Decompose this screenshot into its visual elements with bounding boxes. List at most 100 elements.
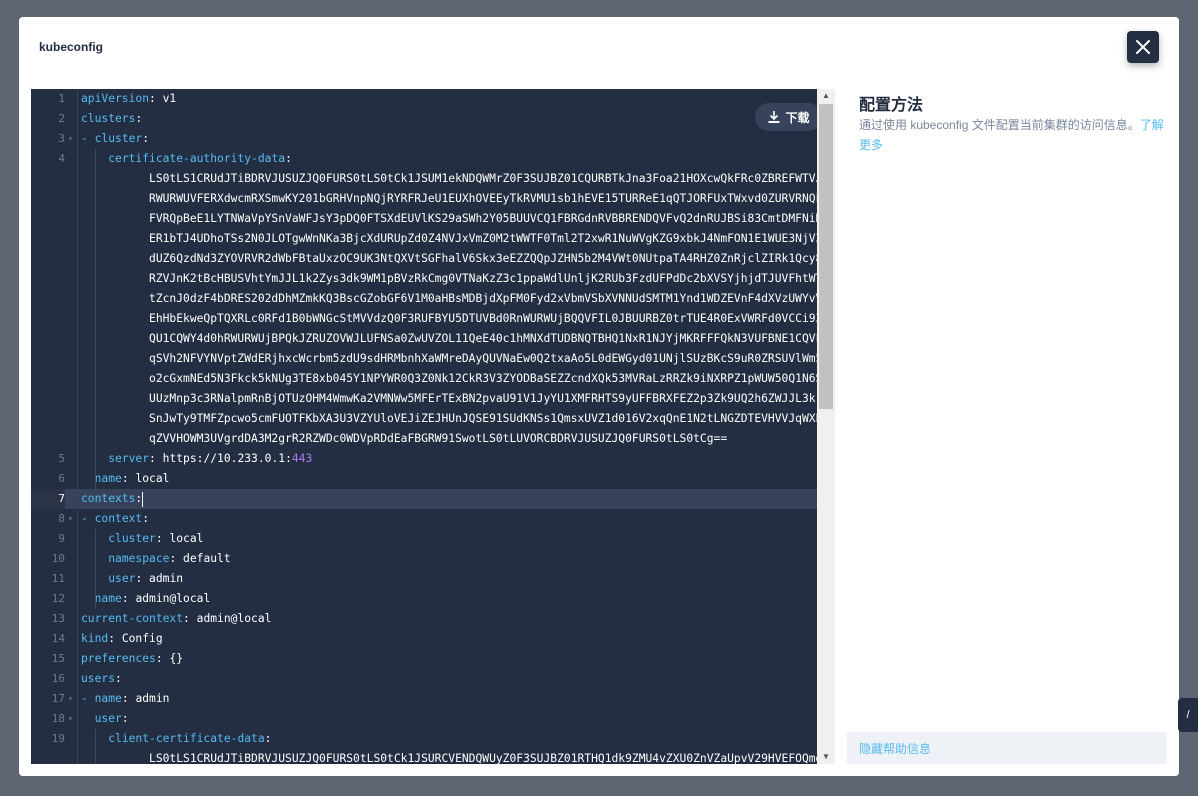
code-line-wrapped[interactable]: LS0tLS1CRUdJTiBDRVJUSUZJQ0FURS0tLS0tCk1J… <box>31 749 835 764</box>
line-number: 19 <box>51 732 65 745</box>
code-text: client-certificate-data: <box>81 729 271 749</box>
scrollbar-thumb[interactable] <box>819 104 833 409</box>
code-line[interactable]: 9 cluster: local <box>31 529 817 549</box>
line-number: 13 <box>51 612 65 625</box>
code-line-wrapped[interactable]: UUzMnp3c3RNalpmRnBjOTUzOHM4WmwKa2VMNWw5M… <box>31 389 835 409</box>
help-description: 通过使用 kubeconfig 文件配置当前集群的访问信息。了解更多 <box>859 115 1164 155</box>
code-line-wrapped[interactable]: QU1CQWY4d0hRWURWUjBPQkJZRUZOVWJLUFNSa0Zw… <box>31 329 835 349</box>
line-number: 5 <box>58 452 65 465</box>
certificate-data-text: LS0tLS1CRUdJTiBDRVJUSUZJQ0FURS0tLS0tCk1J… <box>81 172 835 185</box>
list-dash: - <box>81 512 95 525</box>
certificate-data-text: FVRQpBeE1LYTNWaVpYSnVaWFJsY3pDQ0FTSXdEUV… <box>81 212 835 225</box>
code-text: RWURWUVFERXdwcmRXSmwKY201bGRHVnpNQjRYRFR… <box>81 189 835 209</box>
code-line-wrapped[interactable]: LS0tLS1CRUdJTiBDRVJUSUZJQ0FURS0tLS0tCk1J… <box>31 169 835 189</box>
code-line-wrapped[interactable]: RWURWUVFERXdwcmRXSmwKY201bGRHVnpNQjRYRFR… <box>31 189 835 209</box>
line-number: 10 <box>51 552 65 565</box>
certificate-data-text: tZcnJ0dzF4bDRES202dDhMZmkKQ3BscGZobGF6V1… <box>81 292 835 305</box>
code-line[interactable]: 4 certificate-authority-data: <box>31 149 817 169</box>
code-line[interactable]: 3 ▾ - cluster: <box>31 129 817 149</box>
code-line-wrapped[interactable]: EhHbEkweQpTQXRLc0RFd1B0bWNGcStMVVdzQ0F3R… <box>31 309 835 329</box>
code-line[interactable]: 7 contexts: <box>31 489 817 509</box>
yaml-separator: : <box>142 512 150 525</box>
code-text: name: admin@local <box>81 589 211 609</box>
fold-arrow-icon[interactable]: ▾ <box>68 709 73 729</box>
yaml-key: contexts <box>81 492 136 505</box>
code-text: contexts: <box>81 489 144 509</box>
code-text: users: <box>81 669 122 689</box>
fold-arrow-icon[interactable]: ▾ <box>68 129 73 149</box>
yaml-value: https://10.233.0.1: <box>162 452 292 465</box>
list-dash: - <box>81 132 95 145</box>
code-line[interactable]: 11 user: admin <box>31 569 817 589</box>
code-line[interactable]: 19 client-certificate-data: <box>31 729 817 749</box>
code-line[interactable]: 15 preferences: {} <box>31 649 817 669</box>
code-line[interactable]: 5 server: https://10.233.0.1:443 <box>31 449 817 469</box>
line-number: 11 <box>51 572 65 585</box>
indent-guide <box>95 729 96 764</box>
certificate-data-text: RZVJnK2tBcHBUSVhtYmJJL1k2Zys3dk9WM1pBVzR… <box>81 272 835 285</box>
code-text: - cluster: <box>81 129 149 149</box>
code-line-wrapped[interactable]: qSVh2NFVYNVptZWdERjhxcWcrbm5zdU9sdHRMbnh… <box>31 349 835 369</box>
code-line-wrapped[interactable]: o2cGxmNEd5N3Fkck5kNUg3TE8xb045Y1NPYWR0Q3… <box>31 369 835 389</box>
yaml-key: kind <box>81 632 109 645</box>
code-line[interactable]: 1 apiVersion: v1 <box>31 89 817 109</box>
close-button[interactable] <box>1127 31 1159 63</box>
yaml-number: 443 <box>291 452 313 465</box>
code-line-wrapped[interactable]: qZVVHOWM3UVgrdDA3M2grR2RZWDc0WDVpRDdEaFB… <box>31 429 817 449</box>
yaml-separator: : <box>121 472 136 485</box>
line-number: 3 <box>58 132 65 145</box>
code-line[interactable]: 12 name: admin@local <box>31 589 817 609</box>
yaml-key: certificate-authority-data <box>108 152 286 165</box>
yaml-value: admin <box>135 692 170 705</box>
help-title: 配置方法 <box>859 97 924 114</box>
code-line[interactable]: 17 ▾ - name: admin <box>31 689 817 709</box>
code-text: RZVJnK2tBcHBUSVhtYmJJL1k2Zys3dk9WM1pBVzR… <box>81 269 835 289</box>
certificate-data-text: UUzMnp3c3RNalpmRnBjOTUzOHM4WmwKa2VMNWw5M… <box>81 392 835 405</box>
code-line-wrapped[interactable]: dUZ6QzdNd3ZYOVRVR2dWbFBtaUxzOC9UK3NtQXVt… <box>31 249 835 269</box>
code-line[interactable]: 14 kind: Config <box>31 629 817 649</box>
yaml-key: clusters <box>81 112 136 125</box>
code-line[interactable]: 2 clusters: <box>31 109 817 129</box>
code-editor[interactable]: 1 apiVersion: v1 2 clusters: 3 ▾ - cluster: 4 c… <box>31 89 835 764</box>
modal-header: kubeconfig <box>19 17 1179 77</box>
line-number: 14 <box>51 632 65 645</box>
code-line-wrapped[interactable]: SnJwTy9TMFZpcwo5cmFUOTFKbXA3U3VZYUloVEJi… <box>31 409 835 429</box>
scroll-up-arrow-icon[interactable]: ▲ <box>817 89 835 103</box>
certificate-data-text: RWURWUVFERXdwcmRXSmwKY201bGRHVnpNQjRYRFR… <box>81 192 835 205</box>
code-line[interactable]: 8 ▾ - context: <box>31 509 817 529</box>
code-line[interactable]: 13 current-context: admin@local <box>31 609 817 629</box>
code-line-wrapped[interactable]: tZcnJ0dzF4bDRES202dDhMZmkKQ3BscGZobGF6V1… <box>31 289 835 309</box>
code-line-wrapped[interactable]: RZVJnK2tBcHBUSVhtYmJJL1k2Zys3dk9WM1pBVzR… <box>31 269 835 289</box>
fold-arrow-icon[interactable]: ▾ <box>68 689 73 709</box>
download-button[interactable]: 下载 <box>755 103 822 131</box>
code-line[interactable]: 18 ▾ user: <box>31 709 817 729</box>
code-line-wrapped[interactable]: FVRQpBeE1LYTNWaVpYSnVaWFJsY3pDQ0FTSXdEUV… <box>31 209 835 229</box>
yaml-value: local <box>135 472 170 485</box>
code-text: server: https://10.233.0.1:443 <box>81 449 312 469</box>
code-text: QU1CQWY4d0hRWURWUjBPQkJZRUZOVWJLUFNSa0Zw… <box>81 329 835 349</box>
yaml-separator: : <box>169 552 184 565</box>
code-line-wrapped[interactable]: ER1bTJ4UDhoTSs2N0JLOTgwWnNKa3BjcXdURUpZd… <box>31 229 835 249</box>
scroll-down-arrow-icon[interactable]: ▼ <box>817 750 835 764</box>
code-line[interactable]: 16 users: <box>31 669 817 689</box>
vertical-scrollbar[interactable]: ▲ ▼ <box>817 89 835 764</box>
fold-arrow-icon[interactable]: ▾ <box>68 509 73 529</box>
yaml-separator: : <box>121 712 129 725</box>
code-text: SnJwTy9TMFZpcwo5cmFUOTFKbXA3U3VZYUloVEJi… <box>81 409 835 429</box>
download-label: 下载 <box>785 110 810 125</box>
text-cursor <box>142 491 144 507</box>
yaml-value: default <box>183 552 231 565</box>
code-text: user: admin <box>81 569 183 589</box>
yaml-value: {} <box>169 652 184 665</box>
yaml-value: admin@local <box>135 592 211 605</box>
side-tab[interactable]: / <box>1178 698 1198 732</box>
code-text: LS0tLS1CRUdJTiBDRVJUSUZJQ0FURS0tLS0tCk1J… <box>81 749 835 764</box>
yaml-separator: : <box>149 452 163 465</box>
code-line[interactable]: 6 name: local <box>31 469 817 489</box>
yaml-separator: : <box>108 632 122 645</box>
yaml-separator: : <box>142 132 150 145</box>
code-line[interactable]: 10 namespace: default <box>31 549 817 569</box>
help-description-text: 通过使用 kubeconfig 文件配置当前集群的访问信息。 <box>859 118 1140 132</box>
yaml-value: admin@local <box>196 612 272 625</box>
hide-help-link[interactable]: 隐藏帮助信息 <box>859 740 931 757</box>
